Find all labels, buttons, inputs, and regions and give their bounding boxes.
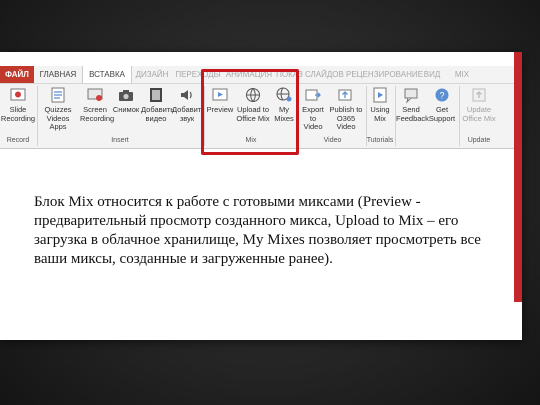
insert-group-label: Insert	[111, 137, 129, 144]
publish-video-icon	[338, 89, 352, 101]
slide-recording-icon	[10, 88, 26, 101]
tab-file[interactable]: ФАЙЛ	[0, 66, 34, 83]
using-mix-label: Using Mix	[370, 105, 390, 123]
export-video-icon	[305, 89, 321, 101]
update-group-label: Update	[467, 137, 491, 144]
snapshot-label: Снимок	[112, 105, 140, 114]
update-label: Update Office Mix	[462, 105, 496, 123]
slide-recording-label: Slide Recording	[0, 105, 36, 123]
screen-recording-icon	[87, 88, 103, 101]
slide-side-accent	[514, 52, 522, 302]
feedback-icon	[404, 88, 418, 104]
add-audio-button[interactable]: Добавить звук	[172, 86, 206, 132]
camera-icon	[119, 90, 133, 101]
speaker-icon	[181, 90, 192, 100]
send-feedback-button[interactable]: Send Feedback	[396, 86, 429, 132]
record-group-label: Record	[6, 137, 30, 144]
video-group-label: Video	[323, 137, 342, 144]
tab-mix[interactable]: MIX	[448, 66, 476, 83]
slide-recording-button[interactable]: Slide Recording	[0, 86, 36, 132]
film-icon	[150, 88, 162, 102]
tutorials-group-label: Tutorials	[366, 137, 394, 144]
explanation-text: Блок Mix относится к работе с готовыми м…	[34, 194, 481, 267]
tab-view[interactable]: ВИД	[420, 66, 444, 83]
add-audio-label: Добавить звук	[172, 105, 206, 123]
update-office-mix-button[interactable]: Update Office Mix	[460, 86, 498, 132]
svg-text:?: ?	[439, 91, 444, 101]
tab-review[interactable]: РЕЦЕНЗИРОВАНИЕ	[346, 66, 423, 83]
using-mix-button[interactable]: Using Mix	[367, 86, 393, 132]
get-support-label: Get Support	[428, 105, 456, 123]
export-label: Export to Video	[302, 105, 324, 131]
export-to-video-button[interactable]: Export to Video	[300, 86, 326, 132]
mix-group-highlight	[201, 69, 299, 155]
tab-home[interactable]: ГЛАВНАЯ	[36, 66, 80, 83]
screen-recording-label: Screen Recording	[80, 105, 115, 123]
tutorial-icon	[373, 87, 387, 103]
support-icon: ?	[435, 88, 449, 102]
publish-to-o365-video-button[interactable]: Publish to O365 Video	[327, 86, 365, 132]
quizzes-videos-apps-button[interactable]: Quizzes Videos Apps	[38, 86, 78, 132]
publish-label: Publish to O365 Video	[329, 105, 363, 131]
quizzes-label: Quizzes Videos Apps	[44, 105, 72, 131]
get-support-button[interactable]: ? Get Support	[427, 86, 457, 132]
add-video-button[interactable]: Добавить видео	[141, 86, 175, 132]
send-feedback-label: Send Feedback	[396, 105, 429, 123]
quiz-icon	[51, 87, 65, 103]
snapshot-button[interactable]: Снимок	[112, 86, 140, 132]
screen-recording-button[interactable]: Screen Recording	[80, 86, 115, 132]
tab-design[interactable]: ДИЗАЙН	[132, 66, 172, 83]
tab-insert[interactable]: ВСТАВКА	[82, 66, 132, 83]
add-video-label: Добавить видео	[141, 105, 175, 123]
update-icon	[472, 88, 486, 102]
